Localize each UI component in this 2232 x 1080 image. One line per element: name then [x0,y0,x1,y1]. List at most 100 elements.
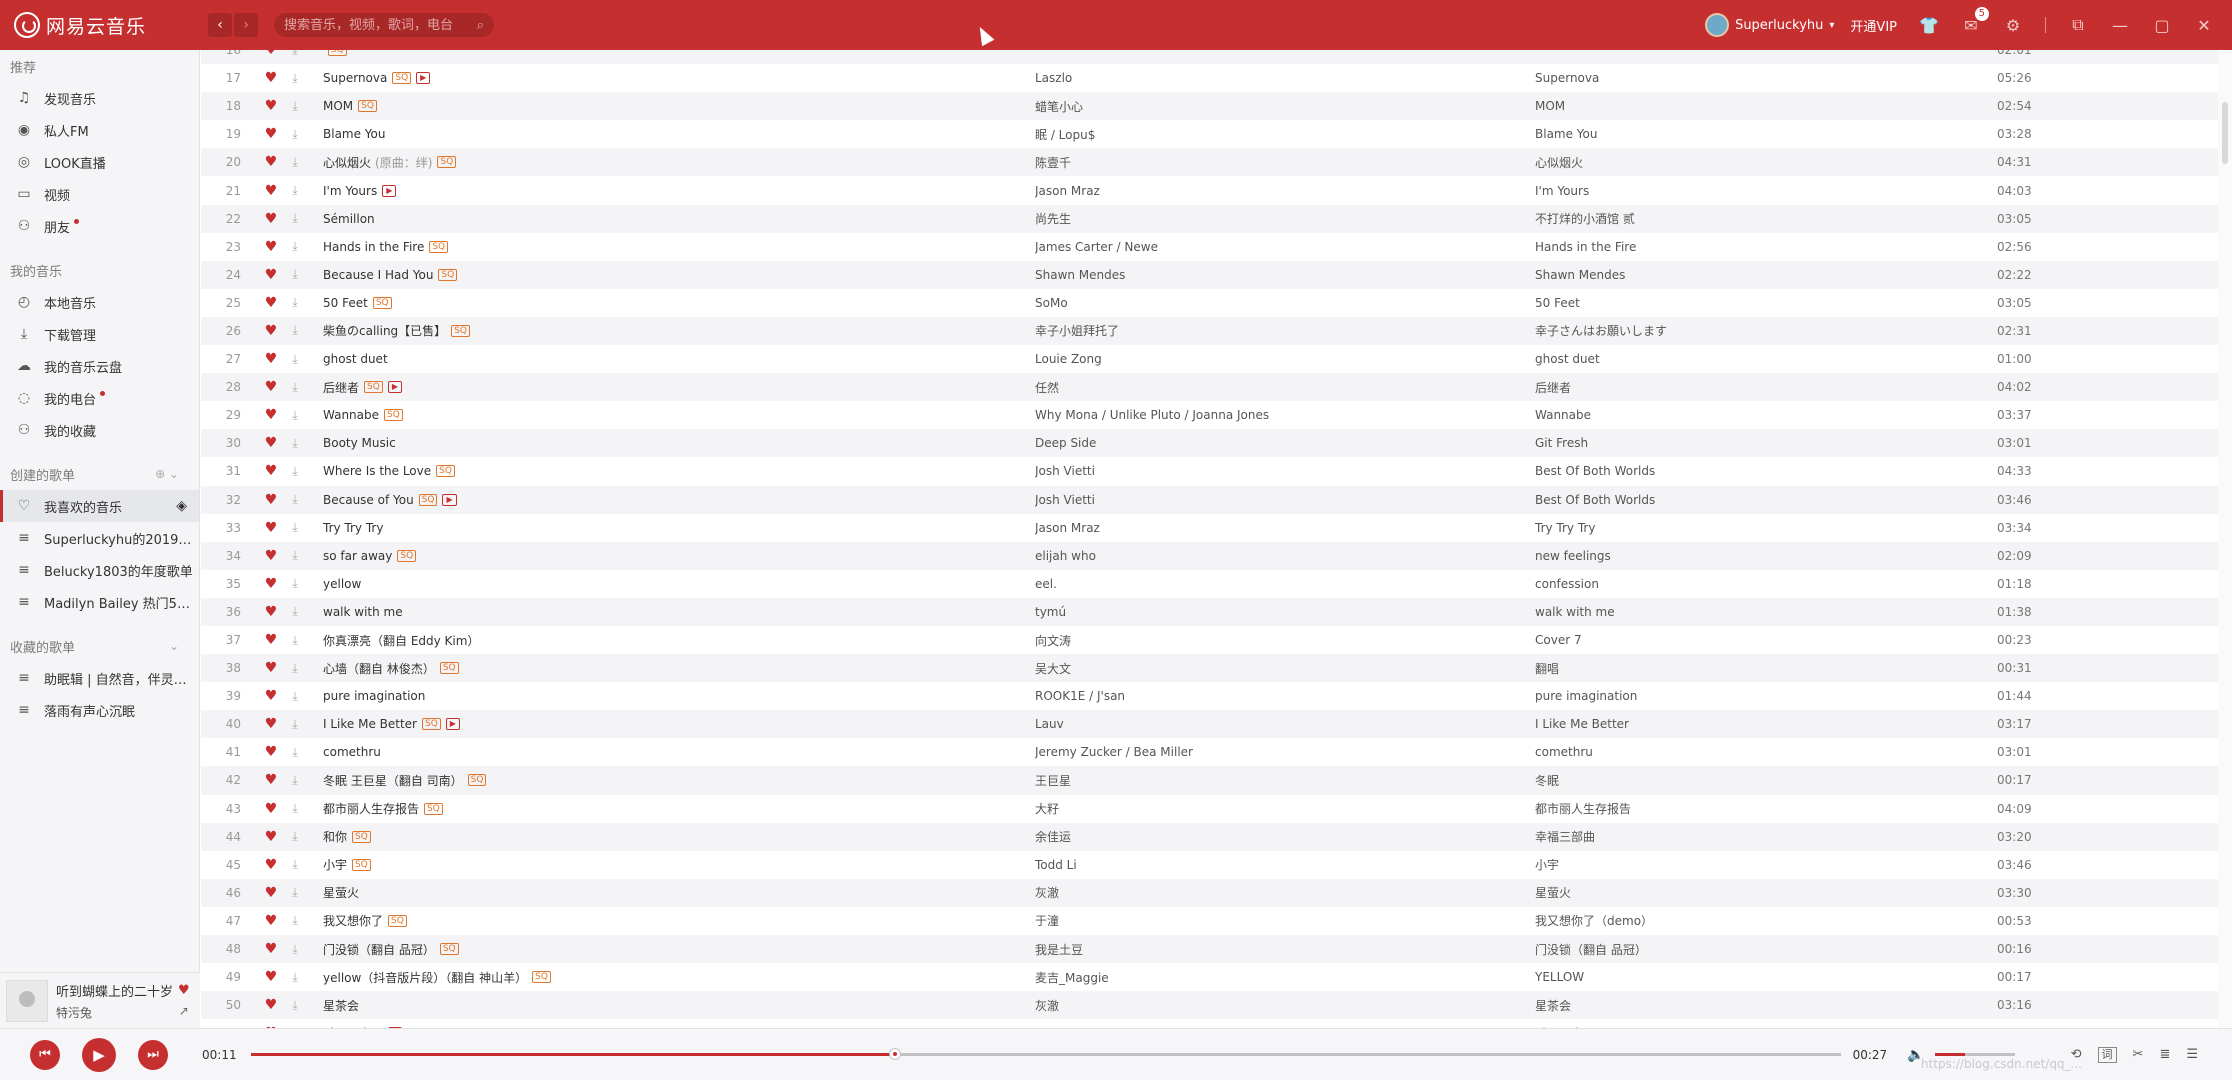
app-logo[interactable]: 网易云音乐 [14,12,190,39]
vip-button[interactable]: 开通VIP [1850,16,1897,35]
heart-icon[interactable]: ♥ [263,632,279,648]
download-icon[interactable]: ⤓ [287,801,303,816]
song-title[interactable]: Because I Had You [323,268,433,282]
heart-icon[interactable]: ♥ [263,211,279,227]
song-title-cell[interactable]: yellow [323,577,1035,591]
download-icon[interactable]: ⤓ [287,239,303,254]
song-title-cell[interactable]: 和你 SQ [323,828,1035,845]
artist-name[interactable]: SoMo [1035,296,1535,310]
song-title-cell[interactable]: 星茶会 [323,997,1035,1014]
table-row[interactable]: 44 ♥ ⤓ 和你 SQ 余佳运 幸福三部曲 03:20 [201,822,2218,851]
download-icon[interactable]: ⤓ [287,604,303,619]
song-title-cell[interactable]: walk with me [323,605,1035,619]
table-row[interactable]: 41 ♥ ⤓ comethru Jeremy Zucker / Bea Miller co… [201,738,2218,766]
download-icon[interactable]: ⤓ [287,913,303,928]
song-title-cell[interactable]: 后继者 SQ ▶ [323,379,1035,396]
heart-icon[interactable]: ♥ [263,576,279,592]
progress-handle[interactable] [888,1048,901,1060]
song-title[interactable]: 心墙（翻自 林俊杰） [323,660,435,677]
album-name[interactable]: Try Try Try [1535,521,1997,535]
table-row[interactable]: 42 ♥ ⤓ 冬眠 王巨星（翻自 司南） SQ 王巨星 冬眠 00:17 [201,766,2218,795]
download-icon[interactable]: ⤓ [287,295,303,310]
heart-icon[interactable]: ♥ [263,267,279,283]
song-title-cell[interactable]: 50 Feet SQ [323,296,1035,310]
heart-icon[interactable]: ♥ [263,660,279,676]
sidebar-item-playlist[interactable]: ≡ 落雨有声心沉眠 [0,694,199,726]
artist-name[interactable]: ROOK1E / J'san [1035,689,1535,703]
mv-play-icon[interactable]: ▶ [416,72,431,85]
artist-name[interactable]: 蜡笔小心 [1035,98,1535,115]
share-icon[interactable]: ↗ [179,1004,189,1018]
song-title-cell[interactable]: 小宇 SQ [323,856,1035,873]
artist-name[interactable]: Jason Mraz [1035,521,1535,535]
artist-name[interactable]: Laszlo [1035,71,1535,85]
heart-icon[interactable]: ♥ [263,379,279,395]
song-title[interactable]: yellow [323,577,361,591]
table-row[interactable]: 35 ♥ ⤓ yellow eel. confession 01:18 [201,570,2218,598]
heart-icon[interactable]: ♥ [263,183,279,199]
scrollbar[interactable] [2218,50,2232,1028]
share-icon[interactable]: ✂ [2133,1047,2144,1062]
heart-icon[interactable]: ♥ [263,885,279,901]
song-title[interactable]: Hands in the Fire [323,240,424,254]
download-icon[interactable]: ⤓ [287,99,303,114]
download-icon[interactable]: ⤓ [287,576,303,591]
song-title[interactable]: 心似烟火 [323,154,371,171]
artist-name[interactable]: Josh Vietti [1035,464,1535,478]
gear-icon[interactable]: ⚙ [2003,15,2023,35]
heart-icon[interactable]: ♥ [263,829,279,845]
table-row[interactable]: 37 ♥ ⤓ 你真漂亮（翻自 Eddy Kim） 向文涛 Cover 7 00:23 [201,626,2218,654]
song-title-cell[interactable]: Supernova SQ ▶ [323,71,1035,85]
download-icon[interactable]: ⤓ [287,745,303,760]
sidebar-item-playlist[interactable]: ≡ Madilyn Bailey 热门50单曲 [0,586,199,618]
album-name[interactable]: 心似烟火 [1535,154,1997,171]
now-playing-panel[interactable]: 听到蝴蝶上的二十岁 特污兔 ♥ ↗ [0,972,200,1028]
download-icon[interactable]: ⤓ [287,717,303,732]
song-title-cell[interactable]: 门没锁（翻自 品冠） SQ [323,941,1035,958]
song-title[interactable]: 小宇 [323,856,347,873]
song-title[interactable]: I Like Me Better [323,717,417,731]
heart-icon[interactable]: ♥ [263,50,279,58]
album-name[interactable]: new feelings [1535,549,1997,563]
download-icon[interactable]: ⤓ [287,155,303,170]
song-title-cell[interactable]: MOM SQ [323,99,1035,113]
album-name[interactable]: Git Fresh [1535,436,1997,450]
heart-icon[interactable]: ♥ [263,604,279,620]
song-title[interactable]: Try Try Try [323,521,383,535]
song-title-cell[interactable]: 你真漂亮（翻自 Eddy Kim） [323,632,1035,649]
table-row[interactable]: 43 ♥ ⤓ 都市丽人生存报告 SQ 大籽 都市丽人生存报告 04:09 [201,795,2218,823]
sidebar-item-discover[interactable]: ♫ 发现音乐 [0,82,199,114]
artist-name[interactable]: James Carter / Newe [1035,240,1535,254]
download-icon[interactable]: ⤓ [287,548,303,563]
table-row[interactable]: 28 ♥ ⤓ 后继者 SQ ▶ 任然 后继者 04:02 [201,373,2218,402]
download-icon[interactable]: ⤓ [287,436,303,451]
artist-name[interactable]: 我是土豆 [1035,941,1535,958]
album-name[interactable]: pure imagination [1535,689,1997,703]
sidebar-item-video[interactable]: ▭ 视频 [0,178,199,210]
album-name[interactable]: 幸福三部曲 [1535,828,1997,845]
table-row[interactable]: 22 ♥ ⤓ Sémillon 尚先生 不打烊的小酒馆 贰 03:05 [201,204,2218,233]
song-title[interactable]: Because of You [323,493,414,507]
sidebar-item-downloads[interactable]: ⤓ 下载管理 [0,318,199,350]
queue-icon[interactable]: ☰ [2186,1047,2198,1062]
sidebar-item-fm[interactable]: ◉ 私人FM [0,114,199,146]
song-title[interactable]: comethru [323,745,381,759]
chevron-down-icon[interactable]: ▾ [1829,20,1834,31]
artist-name[interactable]: Why Mona / Unlike Pluto / Joanna Jones [1035,408,1535,422]
sidebar-item-liked-music[interactable]: ♡ 我喜欢的音乐 ◈ [0,490,199,522]
download-icon[interactable]: ⤓ [287,380,303,395]
download-icon[interactable]: ⤓ [287,464,303,479]
song-title-cell[interactable]: Wannabe SQ [323,408,1035,422]
download-icon[interactable]: ⤓ [287,885,303,900]
song-title-cell[interactable]: Because I Had You SQ [323,268,1035,282]
song-title-cell[interactable]: yellow（抖音版片段）（翻自 神山羊） SQ [323,969,1035,986]
table-row[interactable]: 32 ♥ ⤓ Because of You SQ ▶ Josh Vietti Best Of … [201,485,2218,514]
song-title-cell[interactable]: Where Is the Love SQ [323,464,1035,478]
album-name[interactable]: walk with me [1535,605,1997,619]
song-title[interactable]: walk with me [323,605,403,619]
now-playing-artist[interactable]: 特污兔 [56,1004,174,1021]
artist-name[interactable]: eel. [1035,577,1535,591]
sidebar-item-playlist[interactable]: ≡ Belucky1803的年度歌单 [0,554,199,586]
table-row[interactable]: 27 ♥ ⤓ ghost duet Louie Zong ghost duet 01:00 [201,345,2218,373]
album-name[interactable]: 后继者 [1535,379,1997,396]
